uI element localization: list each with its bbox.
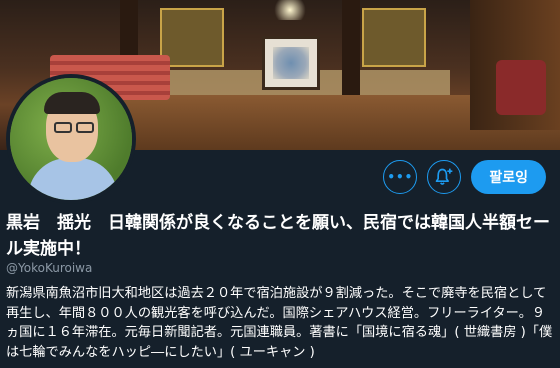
profile-actions: ••• 팔로잉: [383, 160, 546, 194]
display-name: 黒岩 揺光 日韓関係が良くなることを願い、民宿では韓国人半額セール実施中！: [6, 213, 550, 259]
following-button[interactable]: 팔로잉: [471, 160, 546, 194]
more-button[interactable]: •••: [383, 160, 418, 194]
banner-lamp: [270, 0, 310, 20]
bell-plus-icon: [436, 168, 453, 185]
handle[interactable]: @YokoKuroiwa: [6, 261, 92, 275]
profile-bio: 新潟県南魚沼市旧大和地区は過去２０年で宿泊施設が９割減った。そこで廃寺を民宿とし…: [6, 286, 553, 360]
notifications-button[interactable]: [427, 160, 462, 194]
more-icon: •••: [387, 170, 414, 184]
avatar[interactable]: [6, 74, 136, 204]
banner-chair: [496, 60, 546, 115]
banner-altar-right: [362, 8, 426, 67]
banner-shrine: [262, 36, 320, 90]
